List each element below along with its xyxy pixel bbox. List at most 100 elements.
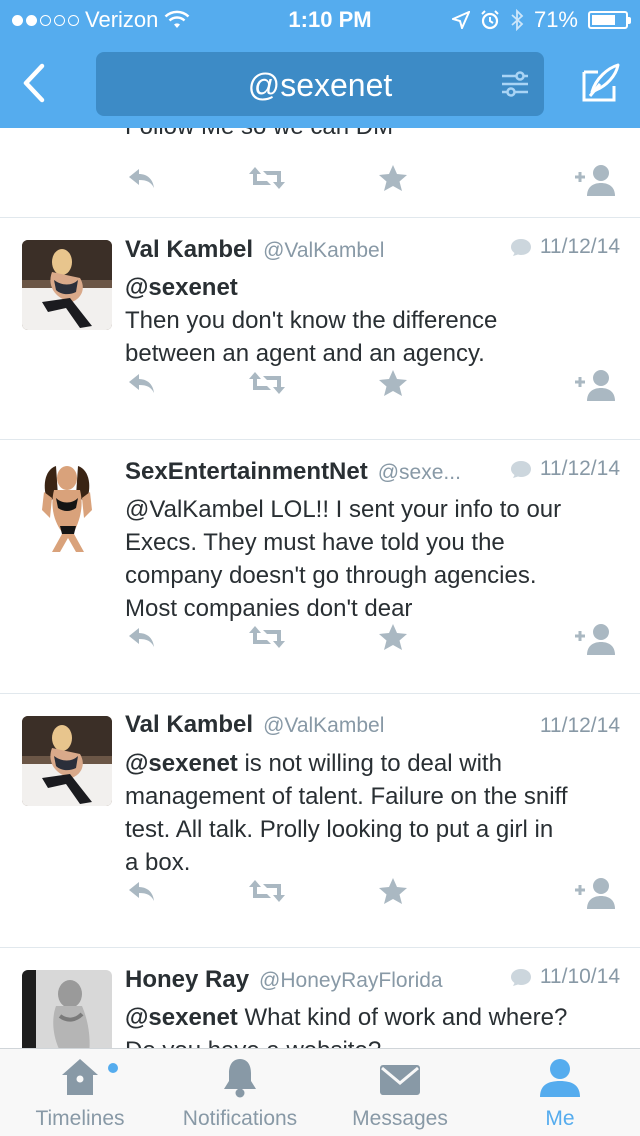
tab-messages[interactable]: Messages [320, 1049, 480, 1136]
mention-link[interactable]: @sexenet [125, 750, 238, 777]
follow-button[interactable] [573, 163, 617, 199]
tweet[interactable]: Val Kambel @ValKambel 11/12/14 @sexenet … [0, 218, 640, 440]
author-name[interactable]: SexEntertainmentNet [125, 458, 368, 486]
author-handle[interactable]: @sexe... [378, 461, 461, 485]
favorite-button[interactable] [377, 622, 409, 658]
tweet-text: @sexenet Then you don't know the differe… [125, 271, 620, 370]
tweet-text-line: Most companies don't dear [125, 595, 413, 622]
author-name[interactable]: Honey Ray [125, 966, 249, 994]
add-user-icon [575, 624, 615, 655]
clock: 1:10 PM [288, 7, 372, 32]
tweet-date: 11/12/14 [539, 714, 620, 737]
reply-icon [129, 628, 154, 647]
tab-label: Notifications [182, 1107, 298, 1130]
retweet-icon [249, 167, 285, 189]
favorite-button[interactable] [377, 163, 409, 199]
new-tweets-indicator [108, 1063, 118, 1073]
avatar[interactable] [22, 970, 112, 1048]
tweet-text-line: a box. [125, 849, 191, 876]
tweet-text-line: between an agent and an agency. [125, 340, 485, 367]
favorite-button[interactable] [377, 876, 409, 912]
tweet-text-line: Then you don't know the difference [125, 307, 498, 334]
follow-button[interactable] [573, 622, 617, 658]
tweet-meta: 11/12/14 [540, 714, 620, 738]
tweet-text: @sexenet What kind of work and where? Do… [125, 1001, 620, 1048]
tweet-content: Val Kambel @ValKambel 11/12/14 @sexenet … [125, 711, 620, 879]
tweet-actions [125, 163, 620, 203]
favorite-button[interactable] [377, 368, 409, 404]
tweet-text-line: is not willing to deal with [237, 750, 502, 777]
carrier-label: Verizon [85, 7, 159, 32]
retweet-button[interactable] [247, 622, 287, 658]
back-chevron-icon[interactable] [14, 60, 54, 106]
tweet-header: Val Kambel @ValKambel 11/12/14 [125, 711, 620, 747]
star-icon [379, 624, 407, 650]
conversation-bubble-icon [510, 969, 531, 986]
filter-sliders-icon[interactable] [500, 70, 530, 98]
reply-button[interactable] [125, 163, 157, 199]
retweet-icon [249, 880, 285, 902]
person-icon [540, 1059, 580, 1097]
tweet-partial[interactable]: Follow Me so we can DM [0, 128, 640, 218]
tab-label: Me [545, 1107, 575, 1130]
avatar[interactable] [22, 462, 112, 552]
author-name[interactable]: Val Kambel [125, 236, 253, 264]
conversation-bubble-icon [510, 461, 531, 478]
retweet-button[interactable] [247, 163, 287, 199]
tweet-text: @ValKambel LOL!! I sent your info to our… [125, 493, 620, 625]
add-user-icon [575, 878, 615, 909]
retweet-button[interactable] [247, 876, 287, 912]
compose-quill-icon[interactable] [578, 62, 622, 104]
signal-strength-icon [12, 14, 79, 26]
tweet-text: Follow Me so we can DM [125, 128, 393, 141]
tab-timelines[interactable]: Timelines [0, 1049, 160, 1136]
status-right-group: 71% [418, 7, 631, 33]
mention-link[interactable]: @sexenet [125, 274, 238, 301]
follow-button[interactable] [573, 368, 617, 404]
tweet-content: SexEntertainmentNet @sexe... 11/12/14 @V… [125, 457, 620, 625]
home-icon [62, 1059, 98, 1095]
reply-button[interactable] [125, 622, 157, 658]
tweet-meta: 11/10/14 [510, 965, 620, 989]
avatar[interactable] [22, 240, 112, 330]
tab-me[interactable]: Me [480, 1049, 640, 1136]
top-header: Verizon 1:10 PM 71% @sexenet [0, 0, 640, 128]
tweet-date: 11/12/14 [539, 457, 620, 480]
profile-title-pill[interactable]: @sexenet [96, 52, 544, 116]
reply-icon [129, 374, 154, 393]
tweet-date: 11/10/14 [539, 965, 620, 988]
reply-icon [129, 169, 154, 188]
tweet-text-line: What kind of work and where? [237, 1004, 568, 1031]
bluetooth-icon [511, 9, 524, 31]
tweet-header: SexEntertainmentNet @sexe... 11/12/14 [125, 457, 620, 493]
tweet-text-line: Execs. They must have told you the [125, 529, 505, 556]
tweet[interactable]: Val Kambel @ValKambel 11/12/14 @sexenet … [0, 694, 640, 948]
author-handle[interactable]: @HoneyRayFlorida [259, 969, 443, 993]
author-name[interactable]: Val Kambel [125, 711, 253, 739]
tweet-feed[interactable]: Follow Me so we can DM [0, 128, 640, 1048]
page-title: @sexenet [247, 67, 393, 103]
tab-label: Timelines [35, 1107, 125, 1130]
tweet-content: Honey Ray @HoneyRayFlorida 11/10/14 @sex… [125, 965, 620, 1048]
author-handle[interactable]: @ValKambel [263, 239, 384, 263]
author-handle[interactable]: @ValKambel [263, 714, 384, 738]
follow-button[interactable] [573, 876, 617, 912]
tweet[interactable]: Honey Ray @HoneyRayFlorida 11/10/14 @sex… [0, 948, 640, 1048]
add-user-icon [575, 165, 615, 196]
mention-link[interactable]: @sexenet [125, 1004, 238, 1031]
retweet-icon [249, 372, 285, 394]
alarm-icon [481, 10, 499, 30]
tweet-meta: 11/12/14 [510, 235, 620, 259]
retweet-button[interactable] [247, 368, 287, 404]
tweet[interactable]: SexEntertainmentNet @sexe... 11/12/14 @V… [0, 440, 640, 694]
star-icon [379, 878, 407, 904]
tab-notifications[interactable]: Notifications [160, 1049, 320, 1136]
tweet-text-line: Do you have a website? [125, 1034, 620, 1048]
reply-button[interactable] [125, 368, 157, 404]
tweet-header: Val Kambel @ValKambel 11/12/14 [125, 235, 620, 271]
tab-bar: Timelines Notifications Messages Me [0, 1048, 640, 1136]
conversation-bubble-icon [510, 239, 531, 256]
reply-button[interactable] [125, 876, 157, 912]
avatar[interactable] [22, 716, 112, 806]
battery-percent: 71% [533, 7, 578, 32]
